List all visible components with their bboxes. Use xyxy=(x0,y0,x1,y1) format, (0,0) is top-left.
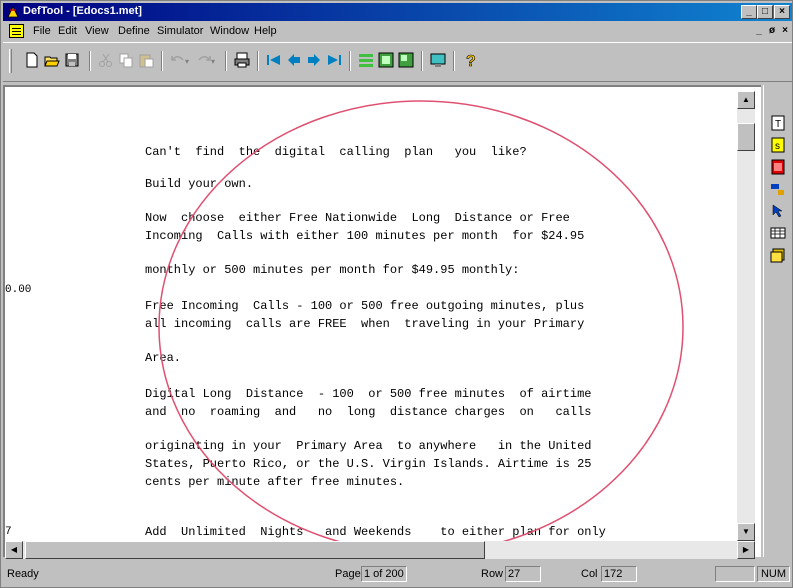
previous-page-icon[interactable] xyxy=(285,51,303,69)
scroll-left-icon[interactable]: ◀ xyxy=(5,541,23,559)
window-title: DefTool - [Edocs1.met] xyxy=(23,5,142,17)
application-window: DefTool - [Edocs1.met] _ □ × File Edit V… xyxy=(0,0,793,588)
margin-label: 0.00 xyxy=(5,284,32,296)
col-label: Col xyxy=(581,568,598,580)
document-line: originating in your Primary Area to anyw… xyxy=(145,439,592,453)
zoom-in-icon[interactable] xyxy=(377,51,395,69)
stack-icon[interactable] xyxy=(770,247,786,263)
title-bar[interactable]: DefTool - [Edocs1.met] _ □ × xyxy=(3,3,792,21)
scroll-down-icon[interactable]: ▼ xyxy=(737,523,755,541)
first-page-icon[interactable] xyxy=(265,51,283,69)
print-icon[interactable] xyxy=(233,51,251,69)
document-line: Free Incoming Calls - 100 or 500 free ou… xyxy=(145,299,585,313)
status-panel xyxy=(715,566,755,582)
document-menu-icon[interactable] xyxy=(9,24,24,38)
document-line: Now choose either Free Nationwide Long D… xyxy=(145,211,570,225)
menu-file[interactable]: File xyxy=(33,25,51,37)
toolbar: ▾ ▾ ? xyxy=(3,42,792,82)
row-field[interactable]: 27 xyxy=(505,566,541,582)
next-page-icon[interactable] xyxy=(305,51,323,69)
vertical-scrollbar[interactable]: ▲ ▼ xyxy=(737,91,755,541)
document-line: Area. xyxy=(145,351,182,365)
minimize-button[interactable]: _ xyxy=(741,5,757,19)
toolbar-separator xyxy=(453,51,455,71)
document-line: all incoming calls are FREE when traveli… xyxy=(145,317,585,331)
document-line: Build your own. xyxy=(145,177,254,191)
status-bar: Ready Page 1 of 200 Row 27 Col 172 NUM xyxy=(3,563,792,585)
svg-text:s: s xyxy=(775,141,780,152)
toolbar-separator xyxy=(89,51,91,71)
document-line: Can't find the digital calling plan you … xyxy=(145,145,527,159)
svg-text:T: T xyxy=(775,119,781,130)
scroll-up-icon[interactable]: ▲ xyxy=(737,91,755,109)
tool-palette: T s xyxy=(763,85,792,557)
status-text: Ready xyxy=(7,568,39,580)
page-label: Page xyxy=(335,568,361,580)
page-field[interactable]: 1 of 200 xyxy=(361,566,407,582)
last-page-icon[interactable] xyxy=(325,51,343,69)
new-document-icon[interactable] xyxy=(23,51,41,69)
pointer-icon[interactable] xyxy=(770,203,786,219)
menu-help[interactable]: Help xyxy=(254,25,277,37)
document-line: Add Unlimited Nights and Weekends to eit… xyxy=(145,525,606,539)
row-label: Row xyxy=(481,568,504,580)
help-question-icon[interactable]: ? xyxy=(461,51,479,69)
horizontal-scrollbar[interactable]: ◀ ▶ xyxy=(5,541,755,559)
zoom-out-icon[interactable] xyxy=(397,51,415,69)
toolbar-separator xyxy=(421,51,423,71)
list-view-icon[interactable] xyxy=(357,51,375,69)
num-lock-indicator: NUM xyxy=(757,566,790,582)
maximize-button[interactable]: □ xyxy=(757,5,773,19)
table-icon[interactable] xyxy=(770,225,786,241)
menu-define[interactable]: Define xyxy=(118,25,150,37)
horizontal-scroll-thumb[interactable] xyxy=(25,541,485,559)
col-field[interactable]: 172 xyxy=(601,566,637,582)
document-line: States, Puerto Rico, or the U.S. Virgin … xyxy=(145,457,592,471)
connector-icon[interactable] xyxy=(770,181,786,197)
vertical-scroll-thumb[interactable] xyxy=(737,123,755,151)
copy-icon[interactable] xyxy=(117,51,135,69)
toolbar-separator xyxy=(225,51,227,71)
svg-text:?: ? xyxy=(466,53,476,69)
mdi-close-button[interactable]: × xyxy=(779,25,791,37)
yellow-field-icon[interactable]: s xyxy=(770,137,786,153)
menu-view[interactable]: View xyxy=(85,25,109,37)
mdi-minimize-button[interactable]: _ xyxy=(753,25,765,37)
text-block-icon[interactable]: T xyxy=(770,115,786,131)
close-button[interactable]: × xyxy=(774,5,790,19)
menu-edit[interactable]: Edit xyxy=(58,25,77,37)
app-icon xyxy=(7,6,19,18)
display-icon[interactable] xyxy=(429,51,447,69)
open-folder-icon[interactable] xyxy=(43,51,61,69)
margin-label: 7 xyxy=(5,526,12,538)
toolbar-separator xyxy=(349,51,351,71)
document-line: monthly or 500 minutes per month for $49… xyxy=(145,263,520,277)
cut-scissors-icon[interactable] xyxy=(97,51,115,69)
menu-window[interactable]: Window xyxy=(210,25,249,37)
save-disk-icon[interactable] xyxy=(63,51,81,69)
scroll-right-icon[interactable]: ▶ xyxy=(737,541,755,559)
red-field-icon[interactable] xyxy=(770,159,786,175)
document-line: and no roaming and no long distance char… xyxy=(145,405,592,419)
toolbar-grip[interactable] xyxy=(9,49,12,73)
menu-bar: File Edit View Define Simulator Window H… xyxy=(3,22,792,41)
document-line: Digital Long Distance - 100 or 500 free … xyxy=(145,387,592,401)
mdi-restore-button[interactable]: ø xyxy=(766,25,778,37)
toolbar-separator xyxy=(161,51,163,71)
paste-icon[interactable] xyxy=(137,51,155,69)
document-line: Incoming Calls with either 100 minutes p… xyxy=(145,229,585,243)
menu-simulator[interactable]: Simulator xyxy=(157,25,203,37)
toolbar-separator xyxy=(257,51,259,71)
document-line: cents per minute after free minutes. xyxy=(145,475,405,489)
